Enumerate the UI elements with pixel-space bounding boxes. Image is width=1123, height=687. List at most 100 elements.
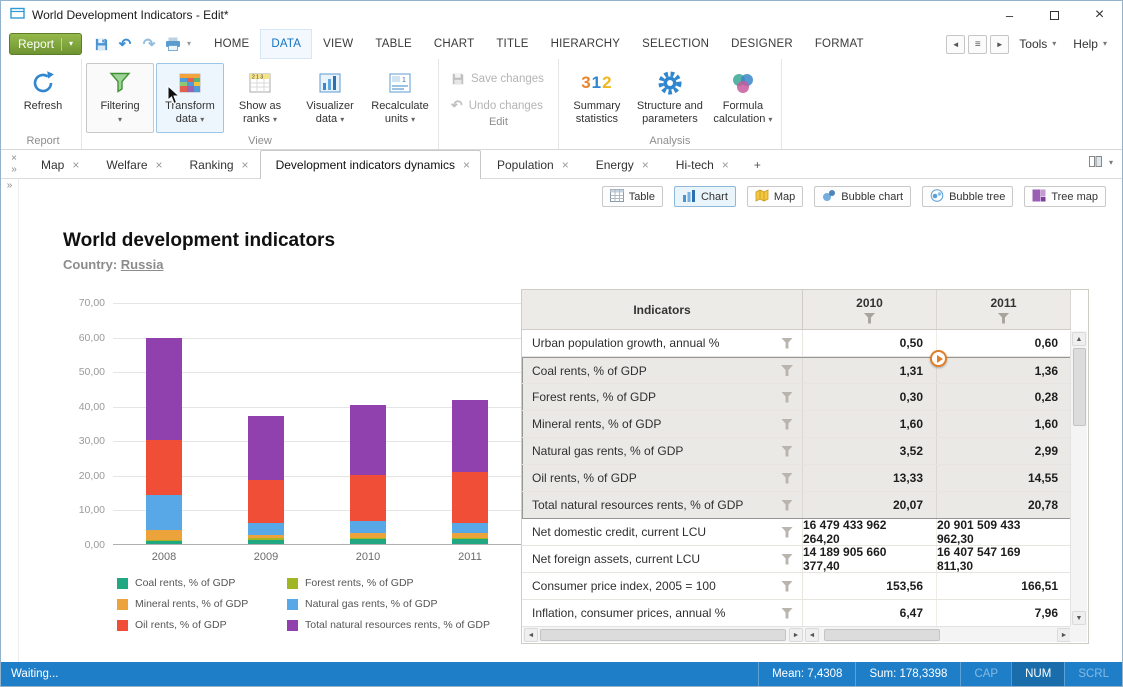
indicator-cell[interactable]: Oil rents, % of GDP	[522, 465, 803, 491]
filter-icon[interactable]	[781, 446, 793, 457]
filter-icon[interactable]	[781, 608, 793, 619]
bar-segment[interactable]	[146, 541, 182, 544]
value-2011-cell[interactable]: 20,78	[937, 492, 1071, 518]
table-row[interactable]: Mineral rents, % of GDP1,601,60	[522, 411, 1071, 438]
bar-segment[interactable]	[452, 400, 488, 472]
value-2011-cell[interactable]: 1,36	[937, 358, 1071, 383]
scrollbar-thumb[interactable]	[540, 629, 786, 641]
stacked-bar-2010[interactable]	[350, 405, 386, 544]
close-tab-icon[interactable]: ×	[242, 158, 249, 172]
menu-tab-designer[interactable]: DESIGNER	[720, 29, 804, 59]
doc-tab[interactable]: Ranking×	[174, 150, 260, 178]
view-button-map[interactable]: Map	[747, 186, 803, 207]
bar-segment[interactable]	[248, 523, 284, 535]
doc-tab[interactable]: Map×	[25, 150, 90, 178]
filter-icon[interactable]	[781, 500, 793, 511]
indicator-cell[interactable]: Coal rents, % of GDP	[522, 358, 803, 383]
menu-tab-selection[interactable]: SELECTION	[631, 29, 720, 59]
close-tab-icon[interactable]: ×	[463, 158, 470, 172]
vertical-scrollbar[interactable]: ▲ ▼	[1070, 331, 1087, 626]
doc-tab[interactable]: Energy×	[580, 150, 660, 178]
scroll-up-icon[interactable]: ▲	[1072, 332, 1086, 346]
value-2011-cell[interactable]: 16 407 547 169 811,30	[937, 546, 1071, 572]
formula-calculation-button[interactable]: Formula calculation ▾	[709, 63, 777, 133]
close-tab-icon[interactable]: ×	[722, 158, 729, 172]
value-2010-cell[interactable]: 6,47	[803, 600, 937, 626]
menu-tab-title[interactable]: TITLE	[485, 29, 539, 59]
indicator-cell[interactable]: Mineral rents, % of GDP	[522, 411, 803, 437]
minimize-button[interactable]: –	[987, 1, 1032, 29]
close-button[interactable]: ×	[1077, 1, 1122, 29]
filtering-button[interactable]: Filtering▾	[86, 63, 154, 133]
undo-changes-button[interactable]: ↶ Undo changes	[451, 97, 544, 114]
filter-icon[interactable]	[781, 581, 793, 592]
indicator-cell[interactable]: Natural gas rents, % of GDP	[522, 438, 803, 464]
scroll-left-icon[interactable]: ◄	[524, 628, 538, 642]
filter-icon[interactable]	[781, 527, 793, 538]
table-row[interactable]: Natural gas rents, % of GDP3,522,99	[522, 438, 1071, 465]
value-2010-cell[interactable]: 3,52	[803, 438, 937, 464]
country-link[interactable]: Russia	[121, 257, 164, 272]
animation-play-button[interactable]	[930, 350, 947, 367]
value-2010-cell[interactable]: 20,07	[803, 492, 937, 518]
filter-icon[interactable]	[781, 554, 793, 565]
filter-icon[interactable]	[998, 313, 1010, 324]
recalculate-units-button[interactable]: 1 Recalculate units ▾	[366, 63, 434, 133]
view-button-bubble-tree[interactable]: Bubble tree	[922, 186, 1013, 207]
filter-icon[interactable]	[781, 365, 793, 376]
close-tab-icon[interactable]: ×	[642, 158, 649, 172]
horizontal-scrollbar-right[interactable]: ◄ ►	[804, 626, 1072, 642]
value-2010-cell[interactable]: 14 189 905 660 377,40	[803, 546, 937, 572]
value-2010-cell[interactable]: 16 479 433 962 264,20	[803, 519, 937, 545]
filter-icon[interactable]	[781, 419, 793, 430]
structure-parameters-button[interactable]: Structure and parameters	[633, 63, 707, 133]
table-row[interactable]: Total natural resources rents, % of GDP2…	[522, 492, 1071, 519]
indicator-cell[interactable]: Net foreign assets, current LCU	[522, 546, 803, 572]
bar-segment[interactable]	[146, 495, 182, 530]
stacked-bar-2009[interactable]	[248, 416, 284, 544]
help-menu[interactable]: Help ▾	[1066, 37, 1114, 51]
table-row[interactable]: Urban population growth, annual %0,500,6…	[522, 330, 1071, 357]
table-row[interactable]: Net foreign assets, current LCU14 189 90…	[522, 546, 1071, 573]
value-2011-cell[interactable]: 166,51	[937, 573, 1071, 599]
column-header-2010[interactable]: 2010	[803, 290, 937, 329]
scrollbar-thumb[interactable]	[1073, 348, 1086, 426]
collapsed-panel-rail[interactable]: »	[1, 179, 19, 662]
doc-tab[interactable]: Hi-tech×	[660, 150, 740, 178]
value-2011-cell[interactable]: 14,55	[937, 465, 1071, 491]
table-row[interactable]: Consumer price index, 2005 = 100153,5616…	[522, 573, 1071, 600]
table-row[interactable]: Inflation, consumer prices, annual %6,47…	[522, 600, 1071, 627]
chevron-down-icon[interactable]: ▾	[187, 40, 191, 48]
bar-segment[interactable]	[350, 539, 386, 544]
redo-button[interactable]: ↷	[139, 34, 159, 54]
menu-tab-data[interactable]: DATA	[260, 29, 312, 59]
visualizer-data-button[interactable]: Visualizer data ▾	[296, 63, 364, 133]
save-button[interactable]	[91, 34, 111, 54]
indicator-cell[interactable]: Urban population growth, annual %	[522, 330, 803, 356]
table-row[interactable]: Oil rents, % of GDP13,3314,55	[522, 465, 1071, 492]
view-button-tree-map[interactable]: Tree map	[1024, 186, 1106, 207]
menu-tab-view[interactable]: VIEW	[312, 29, 364, 59]
view-button-bubble-chart[interactable]: Bubble chart	[814, 186, 911, 207]
split-view-icon[interactable]	[1089, 154, 1102, 172]
value-2011-cell[interactable]: 20 901 509 433 962,30	[937, 519, 1071, 545]
close-tab-icon[interactable]: ×	[562, 158, 569, 172]
bar-segment[interactable]	[248, 480, 284, 523]
indicator-cell[interactable]: Total natural resources rents, % of GDP	[522, 492, 803, 518]
summary-statistics-button[interactable]: 312 Summary statistics	[563, 63, 631, 133]
menu-tab-format[interactable]: FORMAT	[804, 29, 875, 59]
filter-icon[interactable]	[781, 392, 793, 403]
tab-list-dropdown-icon[interactable]: ▾	[1109, 159, 1113, 167]
stacked-bar-2008[interactable]	[146, 338, 182, 544]
expand-panel-icon[interactable]: »	[7, 180, 13, 191]
value-2011-cell[interactable]: 7,96	[937, 600, 1071, 626]
indicator-cell[interactable]: Inflation, consumer prices, annual %	[522, 600, 803, 626]
new-tab-button[interactable]: +	[740, 150, 775, 178]
bar-segment[interactable]	[248, 540, 284, 544]
scroll-left-icon[interactable]: ◄	[805, 628, 819, 642]
bar-segment[interactable]	[452, 539, 488, 544]
bar-segment[interactable]	[452, 523, 488, 533]
close-pane-icon[interactable]: ×	[11, 153, 17, 164]
scroll-right-icon[interactable]: ►	[789, 628, 803, 642]
report-menu-button[interactable]: Report ▾	[9, 33, 82, 55]
